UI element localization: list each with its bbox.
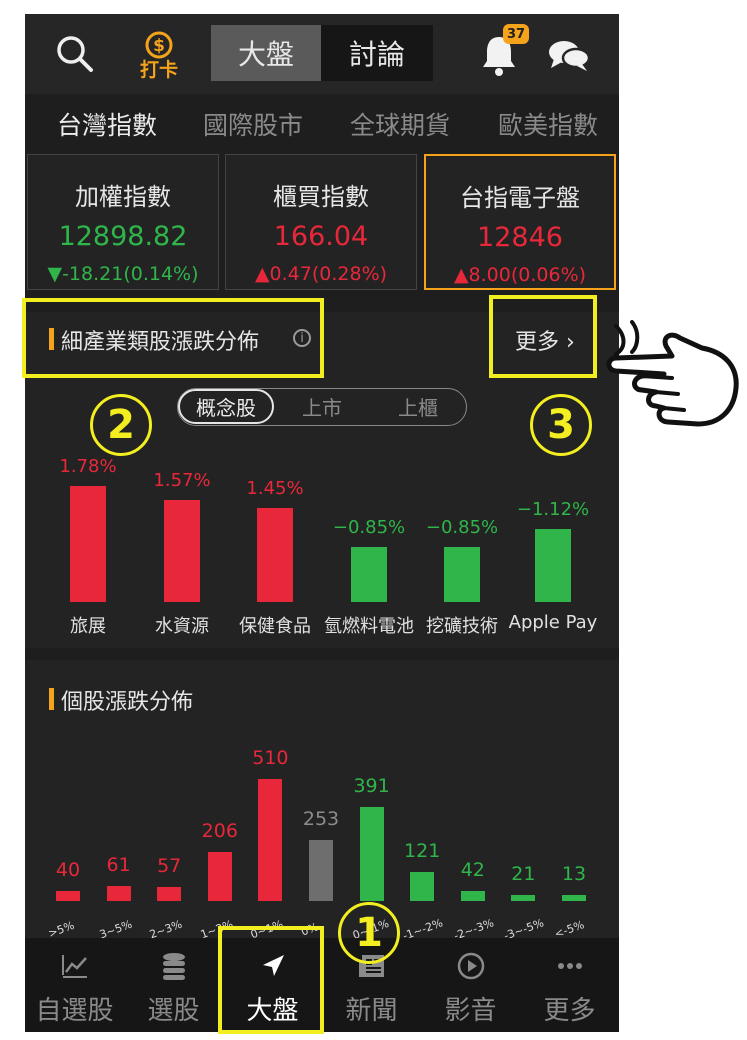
svg-text:$: $ (153, 36, 165, 56)
industry-bar[interactable] (535, 529, 571, 602)
distribution-bar[interactable] (460, 890, 485, 901)
highlight-box-market-tab (218, 926, 324, 1034)
distribution-bar[interactable] (359, 807, 384, 901)
segment-discussion[interactable]: 討論 (321, 25, 433, 81)
step-number-3: 3 (530, 394, 592, 456)
checkin-label: 打卡 (139, 59, 178, 81)
distribution-bar[interactable] (511, 895, 536, 901)
distribution-bar[interactable] (157, 887, 182, 901)
distribution-value-label: 391 (353, 775, 390, 798)
nav-watchlist[interactable]: 自選股 (25, 938, 124, 1032)
nav-video[interactable]: 影音 (421, 938, 520, 1032)
pointing-hand-icon (606, 320, 739, 427)
industry-bar[interactable] (257, 507, 293, 602)
toggle-otc[interactable]: 上櫃 (370, 389, 466, 424)
tab-us-europe-index[interactable]: 歐美指數 (498, 106, 598, 142)
distribution-bar[interactable] (410, 872, 435, 901)
nav-label: 影音 (444, 996, 497, 1026)
distribution-value-label: 40 (55, 859, 81, 882)
distribution-bar[interactable] (56, 891, 80, 901)
industry-value-label: −0.85% (332, 516, 406, 538)
industry-bar[interactable] (164, 499, 200, 602)
distribution-value-label: 510 (252, 747, 289, 769)
industry-value-label: −0.85% (425, 516, 499, 538)
distribution-value-label: 21 (511, 863, 536, 885)
distribution-value-label: 253 (302, 808, 340, 831)
notification-badge: 37 (503, 24, 529, 44)
highlight-box-more-link (489, 295, 597, 378)
segment-market[interactable]: 大盤 (211, 25, 321, 81)
category-toggle: 概念股 上市 上櫃 (177, 388, 467, 426)
industry-bar[interactable] (70, 486, 106, 602)
index-value: 12846 (477, 222, 563, 253)
industry-value-label: 1.78% (59, 456, 117, 477)
index-name: 加權指數 (75, 183, 171, 211)
distribution-value-label: 42 (460, 858, 485, 881)
index-change: ▲8.00(0.06%) (453, 264, 587, 286)
industry-name-label: Apple Pay (508, 612, 598, 633)
distribution-value-label: 61 (106, 854, 131, 877)
industry-value-label: 1.45% (246, 477, 304, 499)
coins-stack-icon (124, 952, 223, 980)
distribution-value-label: 206 (201, 819, 238, 842)
industry-value-label: −1.12% (516, 499, 590, 520)
tab-international-stocks[interactable]: 國際股市 (203, 106, 303, 142)
index-name: 台指電子盤 (460, 184, 580, 212)
tab-global-futures[interactable]: 全球期貨 (350, 106, 450, 142)
market-tabs: 台灣指數 國際股市 全球期貨 歐美指數 (25, 94, 619, 150)
app-screen: $ 打卡 大盤 討論 37 台灣指數 國際股市 全球期貨 歐美指數 加權指數 1… (25, 14, 619, 1032)
nav-stock-picker[interactable]: 選股 (124, 938, 223, 1032)
search-icon[interactable] (53, 32, 97, 76)
index-value: 166.04 (273, 221, 369, 252)
tab-taiwan-index[interactable]: 台灣指數 (57, 106, 157, 142)
distribution-bar[interactable] (309, 840, 333, 901)
index-change: ▲0.47(0.28%) (254, 263, 388, 285)
distribution-value-label: 57 (157, 855, 182, 878)
index-card-otc[interactable]: 櫃買指數 166.04 ▲0.47(0.28%) (225, 154, 417, 290)
step-number-1: 1 (338, 902, 400, 964)
chart-line-icon (25, 952, 124, 980)
checkin-button[interactable]: $ 打卡 (129, 24, 189, 86)
distribution-value-label: 121 (404, 840, 441, 863)
distribution-value-label: 13 (561, 863, 587, 885)
index-card-electronics-futures[interactable]: 台指電子盤 12846 ▲8.00(0.06%) (424, 154, 616, 290)
industry-bar[interactable] (351, 546, 387, 602)
section-accent (49, 688, 54, 710)
industry-bar[interactable] (444, 546, 480, 602)
nav-label: 選股 (147, 996, 200, 1026)
play-circle-icon (421, 952, 520, 980)
index-value: 12898.82 (58, 221, 188, 252)
nav-more[interactable]: 更多 (520, 938, 619, 1032)
toggle-listed[interactable]: 上市 (274, 389, 370, 424)
step-number-2: 2 (90, 394, 152, 456)
chat-icon[interactable] (545, 34, 593, 76)
distribution-section: 個股漲跌分佈 40 >5% 61 3~5% 57 2~3% 206 1~2% 510 0~1% 25… (25, 660, 619, 943)
toggle-concept[interactable]: 概念股 (178, 389, 274, 424)
nav-label: 更多 (543, 996, 596, 1026)
index-change: ▼-18.21(0.14%) (47, 263, 199, 285)
index-card-taiex[interactable]: 加權指數 12898.82 ▼-18.21(0.14%) (27, 154, 219, 290)
coin-icon: $ (145, 31, 173, 59)
distribution-section-title: 個股漲跌分佈 (61, 690, 194, 715)
index-name: 櫃買指數 (273, 183, 369, 211)
ellipsis-icon (520, 952, 619, 980)
highlight-box-section-title (22, 298, 324, 378)
industry-value-label: 1.57% (153, 469, 211, 491)
distribution-category-label: >5% (46, 918, 77, 941)
nav-label: 新聞 (345, 996, 398, 1026)
distribution-bar[interactable] (106, 886, 131, 901)
top-bar: $ 打卡 大盤 討論 37 (25, 14, 619, 94)
distribution-bar[interactable] (562, 895, 586, 901)
nav-label: 自選股 (35, 996, 114, 1026)
distribution-bar[interactable] (207, 851, 232, 901)
distribution-bar[interactable] (258, 779, 283, 901)
